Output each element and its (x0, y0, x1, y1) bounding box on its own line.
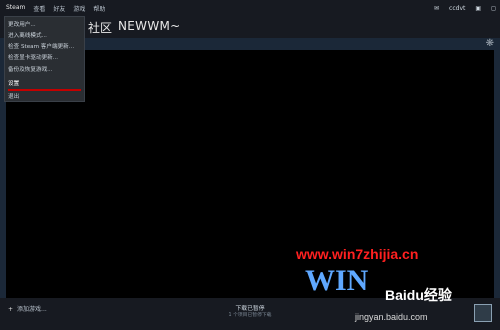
menu-item-check-client-update[interactable]: 检查 Steam 客户端更新... (8, 42, 74, 50)
menu-steam[interactable]: Steam (6, 4, 25, 13)
menu-item-backup-restore[interactable]: 备份及恢复游戏... (8, 65, 53, 73)
menu-item-exit[interactable]: 退出 (8, 92, 19, 100)
menu-item-offline-mode[interactable]: 进入离线模式... (8, 31, 47, 39)
menu-item-check-driver-update[interactable]: 检查显卡驱动更新... (8, 53, 58, 61)
controller-icon[interactable]: ▣ (475, 5, 481, 12)
menu-friends[interactable]: 好友 (53, 4, 65, 13)
steam-dropdown-menu: 更改用户... 进入离线模式... 检查 Steam 客户端更新... 检查显卡… (4, 16, 85, 102)
menu-item-settings[interactable]: 设置 (8, 79, 19, 87)
settings-highlight-underline (8, 89, 81, 91)
menu-view[interactable]: 查看 (33, 4, 45, 13)
avatar[interactable] (474, 304, 492, 322)
menu-bar: Steam 查看 好友 游戏 帮助 (0, 4, 105, 13)
loading-spinner-icon: ❋ (485, 38, 494, 49)
baidu-url: jingyan.baidu.com (355, 312, 428, 322)
watermark-brand-text: WIN (305, 264, 369, 297)
window-controls-icon[interactable]: ◻ (491, 5, 496, 12)
nav-community[interactable]: 社区 (88, 19, 112, 36)
baidu-logo: Baidu经验 (385, 287, 452, 303)
nav-username[interactable]: NEWWM~ (118, 19, 181, 33)
title-bar-right: ✉ ccdvt ▣ ◻ (434, 2, 496, 14)
notification-icon[interactable]: ✉ (434, 5, 439, 12)
menu-help[interactable]: 帮助 (93, 4, 105, 13)
watermark-site-url: www.win7zhijia.cn (296, 246, 419, 262)
menu-item-change-user[interactable]: 更改用户... (8, 20, 36, 28)
account-name[interactable]: ccdvt (449, 5, 465, 12)
menu-games[interactable]: 游戏 (73, 4, 85, 13)
title-bar: Steam 查看 好友 游戏 帮助 ✉ ccdvt ▣ ◻ (0, 0, 500, 16)
